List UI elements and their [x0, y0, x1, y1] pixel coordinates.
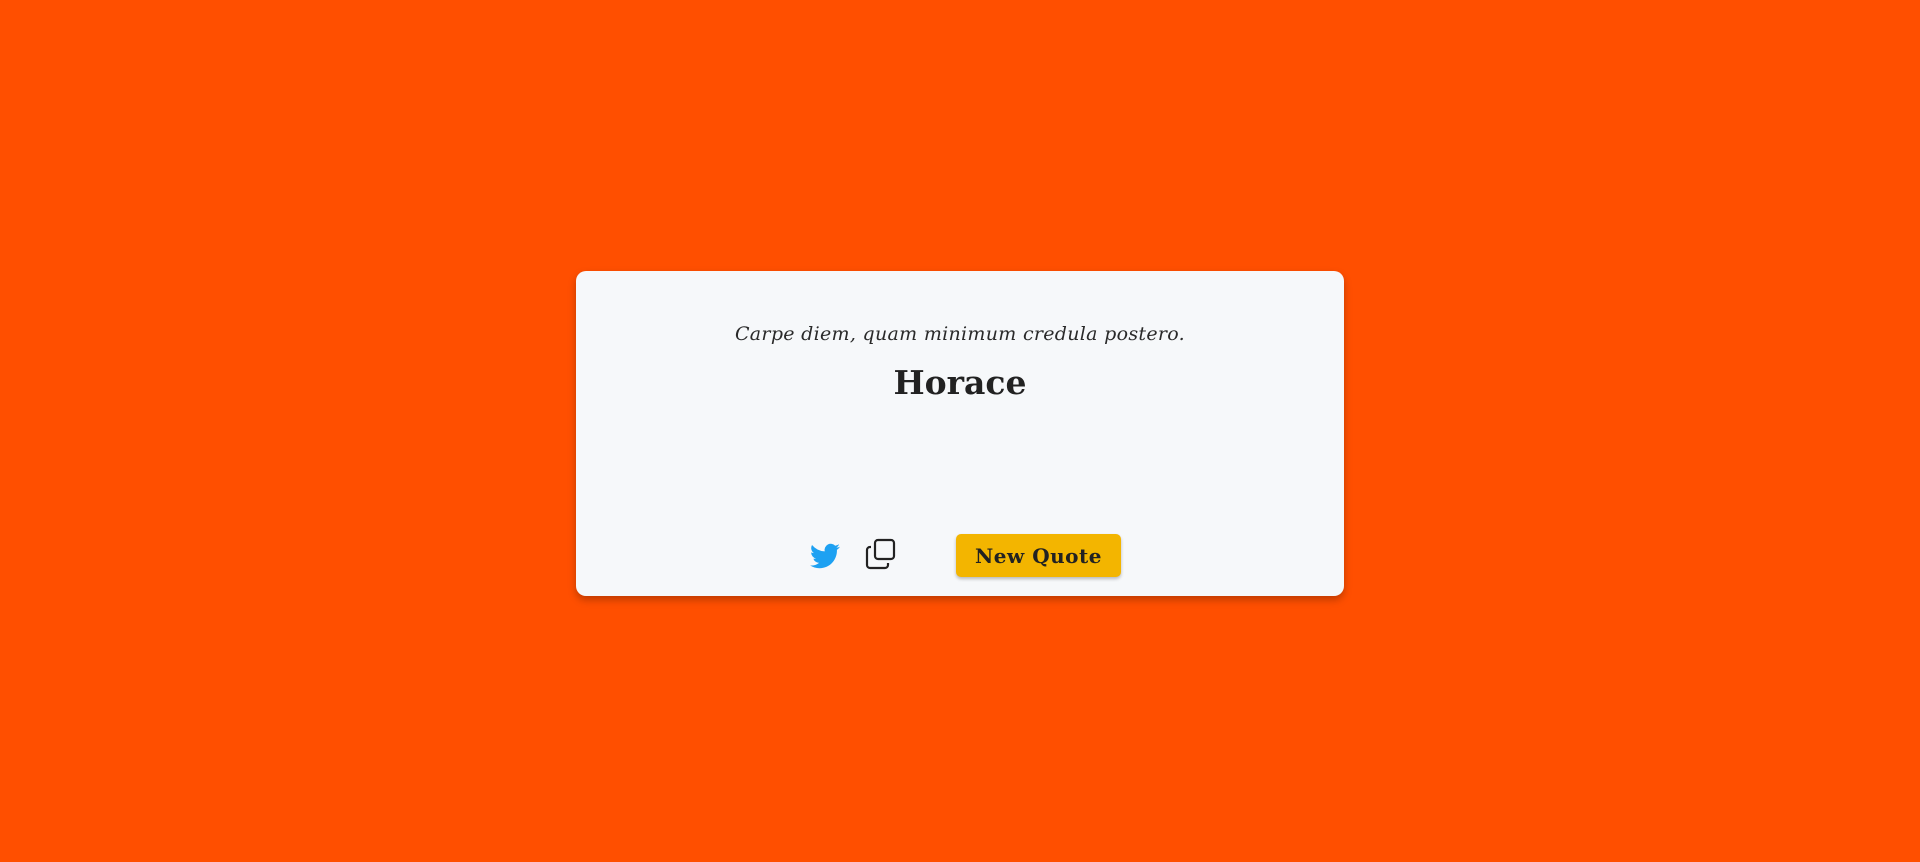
quote-author: Horace	[893, 363, 1027, 402]
tweet-button[interactable]	[807, 538, 843, 574]
quote-text: Carpe diem, quam minimum credula postero…	[734, 323, 1186, 345]
copy-icon	[865, 538, 896, 570]
copy-button[interactable]	[863, 536, 899, 572]
quote-actions: New Quote	[576, 533, 1344, 579]
new-quote-button[interactable]: New Quote	[956, 534, 1121, 577]
twitter-icon	[810, 543, 840, 569]
quote-card: Carpe diem, quam minimum credula postero…	[576, 271, 1344, 596]
